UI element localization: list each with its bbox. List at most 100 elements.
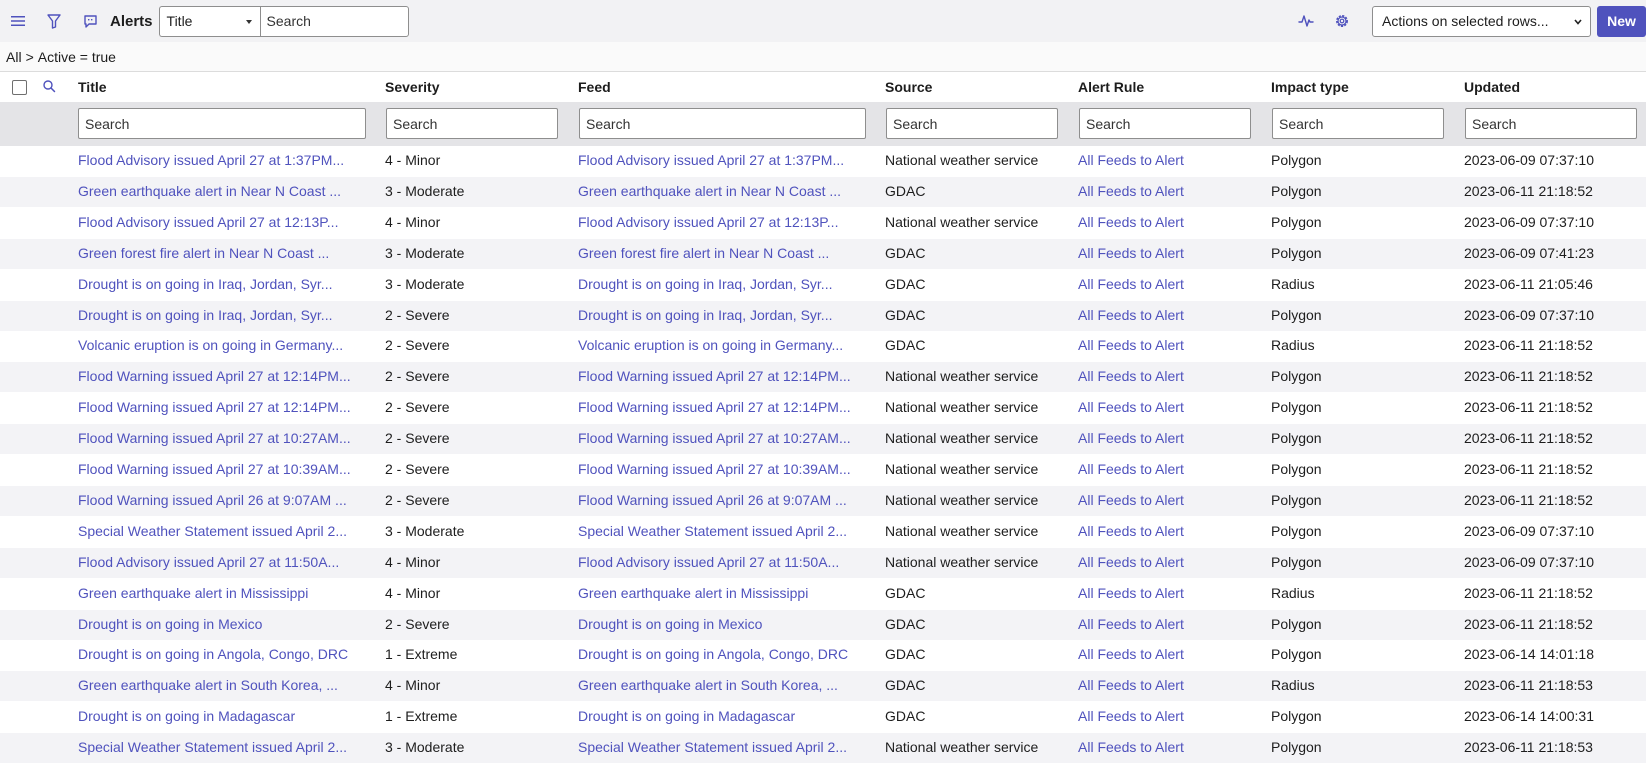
table-row[interactable]: Green earthquake alert in Mississippi 4 -… xyxy=(0,579,1646,609)
select-all-checkbox[interactable] xyxy=(12,80,27,95)
new-button[interactable]: New xyxy=(1597,5,1646,37)
alert-rule-filter-input[interactable] xyxy=(1079,108,1251,139)
table-row[interactable]: Drought is on going in Mexico 2 - Severe D… xyxy=(0,609,1646,640)
feed-link[interactable]: Green earthquake alert in Near N Coast .… xyxy=(578,183,841,199)
feed-filter-input[interactable] xyxy=(579,108,866,139)
feed-link[interactable]: Flood Advisory issued April 27 at 11:50A… xyxy=(578,554,839,570)
feed-link[interactable]: Flood Warning issued April 27 at 10:39AM… xyxy=(578,461,851,477)
column-header-source[interactable]: Source xyxy=(885,79,932,95)
table-row[interactable]: Flood Warning issued April 26 at 9:07AM … xyxy=(0,485,1646,516)
alert-rule-link[interactable]: All Feeds to Alert xyxy=(1078,152,1184,168)
alert-rule-link[interactable]: All Feeds to Alert xyxy=(1078,523,1184,539)
title-link[interactable]: Volcanic eruption is on going in Germany… xyxy=(78,337,343,353)
feed-link[interactable]: Drought is on going in Madagascar xyxy=(578,708,795,724)
alert-rule-link[interactable]: All Feeds to Alert xyxy=(1078,492,1184,508)
table-row[interactable]: Flood Warning issued April 27 at 12:14PM… xyxy=(0,362,1646,393)
title-link[interactable]: Flood Advisory issued April 27 at 12:13P… xyxy=(78,214,338,230)
comment-icon[interactable] xyxy=(72,0,108,42)
breadcrumb-condition[interactable]: Active = true xyxy=(38,49,116,65)
table-row[interactable]: Flood Warning issued April 27 at 10:27AM… xyxy=(0,424,1646,455)
alert-rule-link[interactable]: All Feeds to Alert xyxy=(1078,708,1184,724)
feed-link[interactable]: Flood Warning issued April 27 at 10:27AM… xyxy=(578,430,851,446)
feed-link[interactable]: Green forest fire alert in Near N Coast … xyxy=(578,245,829,261)
table-row[interactable]: Drought is on going in Angola, Congo, DR… xyxy=(0,640,1646,670)
title-link[interactable]: Green forest fire alert in Near N Coast … xyxy=(78,245,329,261)
feed-link[interactable]: Green earthquake alert in Mississippi xyxy=(578,585,808,601)
title-link[interactable]: Green earthquake alert in Near N Coast .… xyxy=(78,183,341,199)
activity-icon[interactable] xyxy=(1288,0,1324,42)
table-row[interactable]: Flood Advisory issued April 27 at 1:37PM… xyxy=(0,146,1646,176)
table-row[interactable]: Flood Warning issued April 27 at 10:39AM… xyxy=(0,455,1646,485)
column-header-impact-type[interactable]: Impact type xyxy=(1271,79,1349,95)
table-row[interactable]: Drought is on going in Iraq, Jordan, Syr… xyxy=(0,270,1646,300)
title-link[interactable]: Special Weather Statement issued April 2… xyxy=(78,523,347,539)
feed-link[interactable]: Green earthquake alert in South Korea, .… xyxy=(578,677,838,693)
alert-rule-link[interactable]: All Feeds to Alert xyxy=(1078,554,1184,570)
table-row[interactable]: Green earthquake alert in South Korea, .… xyxy=(0,671,1646,702)
table-row[interactable]: Flood Advisory issued April 27 at 11:50A… xyxy=(0,547,1646,578)
title-link[interactable]: Green earthquake alert in South Korea, .… xyxy=(78,677,338,693)
title-link[interactable]: Flood Warning issued April 27 at 10:39AM… xyxy=(78,461,351,477)
filter-icon[interactable] xyxy=(36,0,72,42)
feed-link[interactable]: Flood Warning issued April 27 at 12:14PM… xyxy=(578,368,851,384)
alert-rule-link[interactable]: All Feeds to Alert xyxy=(1078,677,1184,693)
table-row[interactable]: Volcanic eruption is on going in Germany… xyxy=(0,331,1646,361)
title-link[interactable]: Special Weather Statement issued April 2… xyxy=(78,739,347,755)
title-link[interactable]: Flood Advisory issued April 27 at 1:37PM… xyxy=(78,152,344,168)
alert-rule-link[interactable]: All Feeds to Alert xyxy=(1078,183,1184,199)
feed-link[interactable]: Special Weather Statement issued April 2… xyxy=(578,523,847,539)
alert-rule-link[interactable]: All Feeds to Alert xyxy=(1078,616,1184,632)
feed-link[interactable]: Drought is on going in Iraq, Jordan, Syr… xyxy=(578,307,832,323)
column-header-title[interactable]: Title xyxy=(78,79,107,95)
feed-link[interactable]: Flood Warning issued April 26 at 9:07AM … xyxy=(578,492,847,508)
title-link[interactable]: Drought is on going in Iraq, Jordan, Syr… xyxy=(78,307,332,323)
search-icon[interactable] xyxy=(42,79,56,96)
search-field-select[interactable]: Title xyxy=(158,5,260,37)
alert-rule-link[interactable]: All Feeds to Alert xyxy=(1078,585,1184,601)
title-link[interactable]: Drought is on going in Mexico xyxy=(78,616,262,632)
title-link[interactable]: Flood Advisory issued April 27 at 11:50A… xyxy=(78,554,339,570)
table-row[interactable]: Special Weather Statement issued April 2… xyxy=(0,517,1646,547)
column-header-updated[interactable]: Updated xyxy=(1464,79,1520,95)
source-filter-input[interactable] xyxy=(886,108,1058,139)
title-link[interactable]: Flood Warning issued April 27 at 12:14PM… xyxy=(78,368,351,384)
title-filter-input[interactable] xyxy=(78,108,366,139)
column-header-feed[interactable]: Feed xyxy=(578,79,611,95)
title-link[interactable]: Flood Warning issued April 27 at 10:27AM… xyxy=(78,430,351,446)
feed-link[interactable]: Flood Warning issued April 27 at 12:14PM… xyxy=(578,399,851,415)
feed-link[interactable]: Drought is on going in Mexico xyxy=(578,616,762,632)
actions-select[interactable]: Actions on selected rows... xyxy=(1372,5,1591,37)
feed-link[interactable]: Drought is on going in Iraq, Jordan, Syr… xyxy=(578,276,832,292)
title-link[interactable]: Drought is on going in Iraq, Jordan, Syr… xyxy=(78,276,332,292)
table-row[interactable]: Drought is on going in Iraq, Jordan, Syr… xyxy=(0,300,1646,331)
column-header-severity[interactable]: Severity xyxy=(385,79,439,95)
search-input[interactable] xyxy=(259,5,409,37)
title-link[interactable]: Flood Warning issued April 26 at 9:07AM … xyxy=(78,492,347,508)
title-link[interactable]: Green earthquake alert in Mississippi xyxy=(78,585,308,601)
alert-rule-link[interactable]: All Feeds to Alert xyxy=(1078,739,1184,755)
alert-rule-link[interactable]: All Feeds to Alert xyxy=(1078,646,1184,662)
alert-rule-link[interactable]: All Feeds to Alert xyxy=(1078,368,1184,384)
table-row[interactable]: Green forest fire alert in Near N Coast … xyxy=(0,238,1646,269)
table-row[interactable]: Drought is on going in Madagascar 1 - Ext… xyxy=(0,702,1646,732)
table-row[interactable]: Green earthquake alert in Near N Coast .… xyxy=(0,176,1646,207)
title-link[interactable]: Drought is on going in Madagascar xyxy=(78,708,295,724)
feed-link[interactable]: Volcanic eruption is on going in Germany… xyxy=(578,337,843,353)
table-row[interactable]: Special Weather Statement issued April 2… xyxy=(0,733,1646,763)
table-row[interactable]: Flood Warning issued April 27 at 12:14PM… xyxy=(0,393,1646,423)
alert-rule-link[interactable]: All Feeds to Alert xyxy=(1078,214,1184,230)
feed-link[interactable]: Drought is on going in Angola, Congo, DR… xyxy=(578,646,848,662)
table-row[interactable]: Flood Advisory issued April 27 at 12:13P… xyxy=(0,208,1646,238)
alert-rule-link[interactable]: All Feeds to Alert xyxy=(1078,399,1184,415)
impact-type-filter-input[interactable] xyxy=(1272,108,1444,139)
alert-rule-link[interactable]: All Feeds to Alert xyxy=(1078,430,1184,446)
alert-rule-link[interactable]: All Feeds to Alert xyxy=(1078,276,1184,292)
feed-link[interactable]: Flood Advisory issued April 27 at 12:13P… xyxy=(578,214,838,230)
alert-rule-link[interactable]: All Feeds to Alert xyxy=(1078,337,1184,353)
updated-filter-input[interactable] xyxy=(1465,108,1637,139)
alert-rule-link[interactable]: All Feeds to Alert xyxy=(1078,245,1184,261)
menu-icon[interactable] xyxy=(0,0,36,42)
column-header-alert-rule[interactable]: Alert Rule xyxy=(1078,79,1144,95)
breadcrumb-root[interactable]: All xyxy=(6,49,22,65)
alert-rule-link[interactable]: All Feeds to Alert xyxy=(1078,461,1184,477)
